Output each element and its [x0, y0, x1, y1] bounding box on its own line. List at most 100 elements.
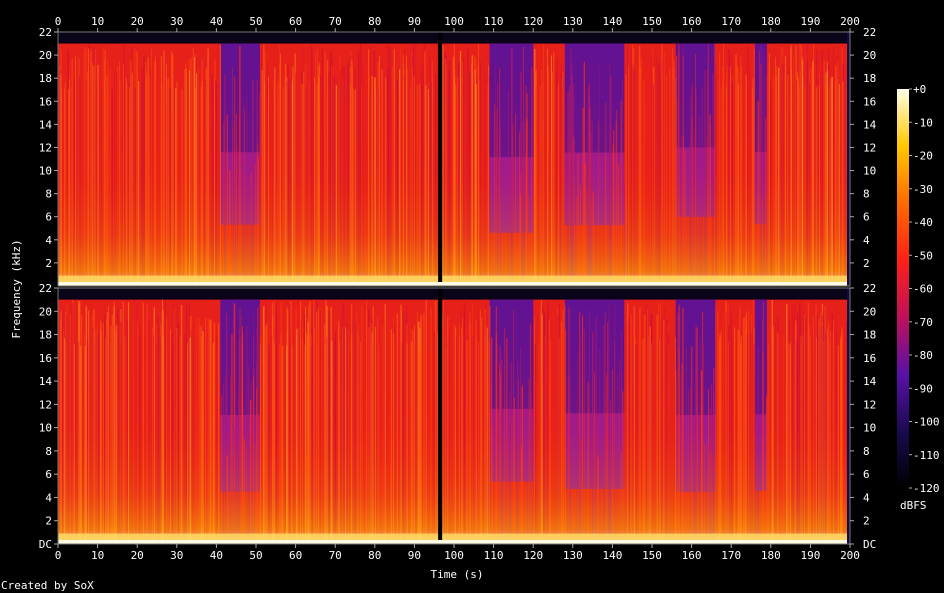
x-tick-label-top: 100	[444, 15, 464, 28]
x-tick-label-bottom: 0	[55, 549, 62, 562]
y-tick-label-right: 20	[863, 49, 876, 62]
spectrogram-channel-1	[57, 31, 851, 287]
x-tick-label-top: 10	[91, 15, 104, 28]
x-tick-label-bottom: 190	[800, 549, 820, 562]
y-tick-label-left: 20	[39, 49, 52, 62]
spectrogram-figure: 0 0 10 10 20 20 30 30 40 40 50 50 60 60 70 70 80 80 90 90 10…	[1, 15, 940, 592]
x-tick-label-bottom: 50	[249, 549, 262, 562]
colorbar-tick-label: -120	[913, 482, 940, 495]
x-tick-label-bottom: 40	[210, 549, 223, 562]
x-tick-label-top: 40	[210, 15, 223, 28]
y-axis-label: Frequency (kHz)	[10, 239, 23, 338]
y-tick-label-right: 8	[863, 445, 870, 458]
y-tick-label-right: 8	[863, 188, 870, 201]
x-tick-label-bottom: 160	[682, 549, 702, 562]
x-tick-label-top: 200	[840, 15, 860, 28]
y-tick-label-right: 22	[863, 282, 876, 295]
y-tick-label-right: 4	[863, 491, 870, 504]
x-tick-label-bottom: 140	[602, 549, 622, 562]
x-tick-label-bottom: 10	[91, 549, 104, 562]
y-tick-label-left: 4	[45, 234, 52, 247]
y-tick-label-right: 4	[863, 234, 870, 247]
colorbar-tick-label: -20	[913, 150, 933, 163]
x-tick-label-top: 90	[408, 15, 421, 28]
y-tick-label-right: 16	[863, 95, 876, 108]
colorbar-tick-label: -80	[913, 349, 933, 362]
x-tick-label-bottom: 110	[484, 549, 504, 562]
y-tick-label-right: 12	[863, 398, 876, 411]
y-tick-label-left: 6	[45, 211, 52, 224]
x-tick-label-bottom: 120	[523, 549, 543, 562]
x-tick-label-bottom: 100	[444, 549, 464, 562]
colorbar-tick-label: -50	[913, 249, 933, 262]
y-tick-label-right: 2	[863, 257, 870, 270]
y-tick-label-left: 18	[39, 329, 52, 342]
y-tick-label-left: 8	[45, 445, 52, 458]
x-tick-label-top: 150	[642, 15, 662, 28]
y-tick-label-left: 14	[39, 375, 53, 388]
y-tick-label-right: 10	[863, 422, 876, 435]
y-tick-label-right: 10	[863, 165, 876, 178]
y-tick-label-left: 4	[45, 491, 52, 504]
x-tick-label-bottom: 20	[131, 549, 144, 562]
y-tick-label-left: 2	[45, 515, 52, 528]
colorbar-tick-label: -10	[913, 116, 933, 129]
colorbar-tick-label: -100	[913, 416, 940, 429]
y-tick-label-left: DC	[39, 538, 52, 551]
y-tick-label-right: 6	[863, 468, 870, 481]
x-tick-label-bottom: 170	[721, 549, 741, 562]
x-tick-label-top: 130	[563, 15, 583, 28]
y-tick-label-right: DC	[863, 538, 876, 551]
x-tick-label-top: 30	[170, 15, 183, 28]
x-tick-label-bottom: 30	[170, 549, 183, 562]
y-tick-label-left: 16	[39, 352, 52, 365]
y-tick-label-left: 10	[39, 165, 52, 178]
x-tick-label-top: 110	[484, 15, 504, 28]
colorbar-tick-label: -40	[913, 216, 933, 229]
footer-credit: Created by SoX	[1, 579, 94, 592]
y-tick-label-left: 10	[39, 422, 52, 435]
y-tick-label-right: 12	[863, 141, 876, 154]
colorbar-tick-label: -70	[913, 316, 933, 329]
spectrogram-channel-2	[57, 287, 851, 545]
x-tick-label-top: 60	[289, 15, 302, 28]
y-tick-label-right: 20	[863, 305, 876, 318]
x-tick-label-bottom: 70	[329, 549, 342, 562]
x-tick-label-bottom: 80	[368, 549, 381, 562]
y-tick-label-left: 22	[39, 282, 52, 295]
y-tick-label-right: 18	[863, 72, 876, 85]
y-tick-label-left: 6	[45, 468, 52, 481]
colorbar: +0 -10 -20 -30 -40 -50 -60 -70 -80 -90 -100 -110 -12…	[897, 83, 940, 495]
y-tick-label-left: 8	[45, 188, 52, 201]
x-tick-label-bottom: 60	[289, 549, 302, 562]
y-tick-label-right: 16	[863, 352, 876, 365]
colorbar-scale	[897, 89, 909, 488]
colorbar-tick-label: -60	[913, 283, 933, 296]
x-axis-label: Time (s)	[431, 568, 484, 581]
x-tick-label-top: 80	[368, 15, 381, 28]
x-tick-label-top: 190	[800, 15, 820, 28]
x-tick-label-bottom: 90	[408, 549, 421, 562]
colorbar-tick-label: +0	[913, 83, 926, 96]
x-tick-label-top: 140	[602, 15, 622, 28]
x-tick-label-top: 160	[682, 15, 702, 28]
y-tick-label-right: 18	[863, 329, 876, 342]
y-tick-label-left: 12	[39, 141, 52, 154]
x-tick-label-top: 70	[329, 15, 342, 28]
y-tick-label-left: 18	[39, 72, 52, 85]
y-tick-label-left: 20	[39, 305, 52, 318]
y-tick-label-right: 2	[863, 515, 870, 528]
colorbar-tick-label: -30	[913, 183, 933, 196]
x-tick-label-top: 20	[131, 15, 144, 28]
x-tick-label-bottom: 150	[642, 549, 662, 562]
y-tick-label-left: 22	[39, 26, 52, 39]
y-tick-label-right: 22	[863, 26, 876, 39]
y-tick-label-right: 14	[863, 118, 877, 131]
x-tick-label-top: 180	[761, 15, 781, 28]
colorbar-tick-label: -90	[913, 382, 933, 395]
y-tick-label-left: 12	[39, 398, 52, 411]
x-tick-label-top: 170	[721, 15, 741, 28]
x-tick-label-top: 0	[55, 15, 62, 28]
x-tick-label-bottom: 200	[840, 549, 860, 562]
x-tick-label-top: 50	[249, 15, 262, 28]
